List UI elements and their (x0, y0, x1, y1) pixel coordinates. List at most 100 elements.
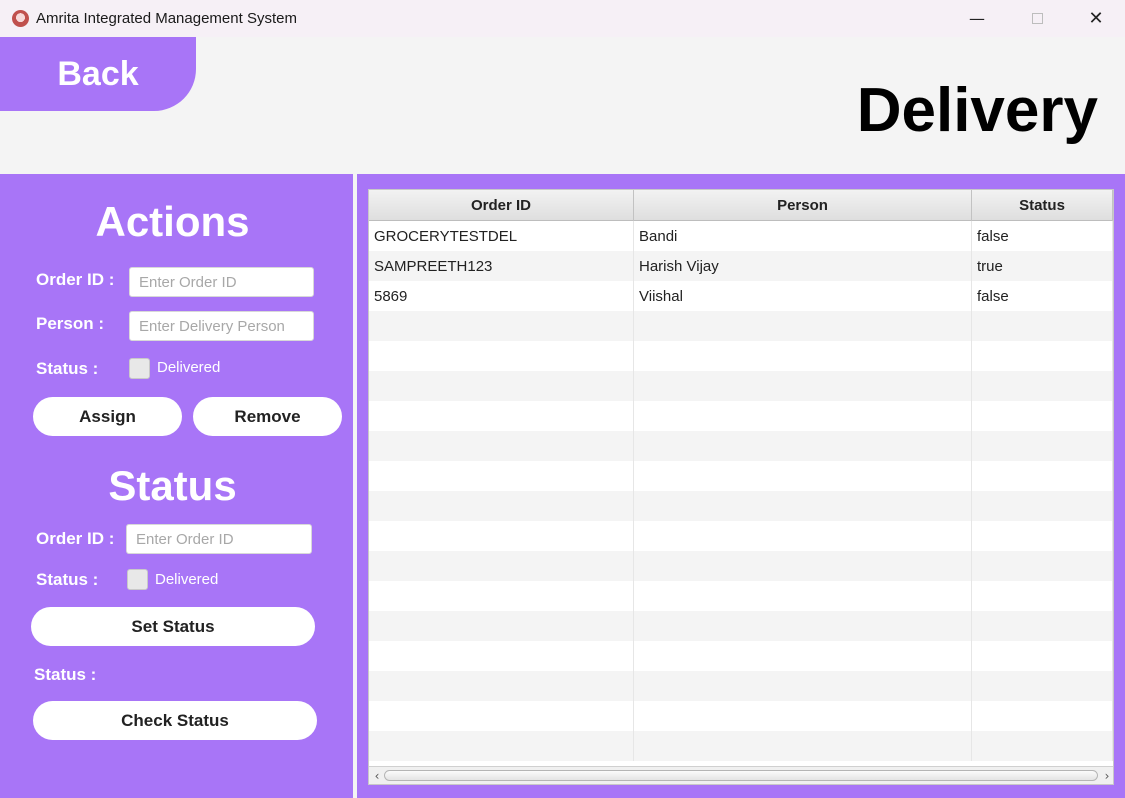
cell-person (634, 731, 972, 761)
empty-table-row (369, 311, 1113, 341)
cell-status (972, 581, 1113, 611)
cell-person (634, 431, 972, 461)
cell-order-id (369, 701, 634, 731)
cell-status (972, 311, 1113, 341)
cell-order-id (369, 551, 634, 581)
maximize-button[interactable] (1008, 0, 1066, 37)
empty-table-row (369, 461, 1113, 491)
cell-status (972, 521, 1113, 551)
cell-status (972, 641, 1113, 671)
empty-table-row (369, 701, 1113, 731)
cell-person (634, 341, 972, 371)
cell-order-id (369, 371, 634, 401)
cell-person (634, 461, 972, 491)
empty-table-row (369, 521, 1113, 551)
maximize-icon (1031, 13, 1043, 24)
cell-order-id (369, 671, 634, 701)
cell-order-id: GROCERYTESTDEL (369, 221, 634, 251)
status-delivered-checkbox[interactable] (127, 569, 148, 590)
cell-status (972, 701, 1113, 731)
cell-person (634, 311, 972, 341)
status-status-label: Status : (36, 570, 99, 589)
cell-person: Viishal (634, 281, 972, 311)
set-status-button[interactable]: Set Status (31, 607, 315, 646)
assign-button[interactable]: Assign (33, 397, 182, 436)
scroll-left-icon[interactable]: ‹ (370, 768, 384, 783)
cell-person (634, 401, 972, 431)
cell-order-id (369, 491, 634, 521)
cell-order-id (369, 521, 634, 551)
horizontal-scrollbar[interactable]: ‹ › (369, 766, 1113, 784)
empty-table-row (369, 611, 1113, 641)
cell-person (634, 491, 972, 521)
cell-status: false (972, 221, 1113, 251)
control-panel: Actions Order ID : Person : Status : Del… (0, 174, 353, 798)
empty-table-row (369, 731, 1113, 761)
cell-person (634, 611, 972, 641)
scrollbar-thumb[interactable] (384, 770, 1098, 781)
cell-status: true (972, 251, 1113, 281)
cell-status: false (972, 281, 1113, 311)
back-button[interactable]: Back (0, 37, 196, 111)
cell-person (634, 641, 972, 671)
cell-person: Harish Vijay (634, 251, 972, 281)
cell-status (972, 731, 1113, 761)
cell-status (972, 461, 1113, 491)
table-row[interactable]: GROCERYTESTDEL Bandi false (369, 221, 1113, 251)
remove-button[interactable]: Remove (193, 397, 342, 436)
cell-status (972, 431, 1113, 461)
cell-order-id (369, 731, 634, 761)
minimize-button[interactable]: — (948, 0, 1006, 37)
scroll-right-icon[interactable]: › (1100, 768, 1113, 783)
table-header: Order ID Person Status (369, 190, 1113, 221)
cell-status (972, 371, 1113, 401)
cell-person (634, 371, 972, 401)
page-title: Delivery (856, 76, 1098, 145)
cell-order-id: 5869 (369, 281, 634, 311)
actions-order-id-input[interactable] (129, 267, 314, 297)
actions-title: Actions (95, 198, 250, 245)
cell-status (972, 611, 1113, 641)
cell-status (972, 341, 1113, 371)
close-button[interactable]: ✕ (1067, 0, 1125, 37)
cell-person: Bandi (634, 221, 972, 251)
empty-table-row (369, 371, 1113, 401)
cell-status (972, 491, 1113, 521)
cell-order-id (369, 431, 634, 461)
window-titlebar: Amrita Integrated Management System — ✕ (0, 0, 1125, 37)
empty-table-row (369, 341, 1113, 371)
cell-person (634, 581, 972, 611)
table-row[interactable]: 5869 Viishal false (369, 281, 1113, 311)
status-order-id-input[interactable] (126, 524, 312, 554)
actions-person-label: Person : (36, 314, 105, 333)
delivery-table[interactable]: Order ID Person Status GROCERYTESTDEL Ban… (368, 189, 1114, 785)
actions-status-label: Status : (36, 359, 99, 378)
cell-order-id (369, 461, 634, 491)
actions-order-id-label: Order ID : (36, 270, 115, 289)
empty-table-row (369, 641, 1113, 671)
table-row[interactable]: SAMPREETH123 Harish Vijay true (369, 251, 1113, 281)
column-header-order-id[interactable]: Order ID (369, 190, 634, 221)
check-status-button[interactable]: Check Status (33, 701, 317, 740)
cell-person (634, 521, 972, 551)
empty-table-row (369, 671, 1113, 701)
actions-delivered-label: Delivered (157, 359, 221, 376)
cell-order-id (369, 311, 634, 341)
cell-order-id (369, 611, 634, 641)
status-result-label: Status : (34, 665, 97, 684)
empty-table-row (369, 551, 1113, 581)
empty-table-row (369, 581, 1113, 611)
delivery-person-input[interactable] (129, 311, 314, 341)
column-header-person[interactable]: Person (634, 190, 972, 221)
window-title: Amrita Integrated Management System (36, 10, 297, 27)
column-header-status[interactable]: Status (972, 190, 1113, 221)
minimize-icon: — (969, 9, 985, 28)
empty-table-row (369, 431, 1113, 461)
actions-delivered-checkbox[interactable] (129, 358, 150, 379)
status-delivered-label: Delivered (155, 571, 219, 588)
empty-table-row (369, 491, 1113, 521)
cell-order-id: SAMPREETH123 (369, 251, 634, 281)
cell-order-id (369, 581, 634, 611)
cell-status (972, 671, 1113, 701)
cell-status (972, 551, 1113, 581)
